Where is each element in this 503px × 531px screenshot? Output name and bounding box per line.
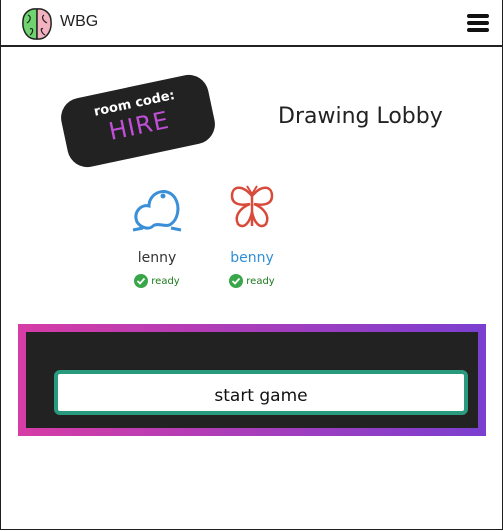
player-card: benny ready [212,182,292,288]
player-card: lenny ready [117,182,197,288]
app-frame: WBG room code: HIRE Drawing Lobby lenny … [0,0,503,530]
room-code-badge: room code: HIRE [57,71,219,171]
player-status: ready [212,274,292,288]
start-panel: start game [18,324,486,436]
start-game-button[interactable]: start game [54,370,468,415]
player-name: benny [230,250,274,266]
start-panel-inner: start game [26,332,478,428]
check-circle-icon [134,274,149,288]
page-title: Drawing Lobby [278,104,443,129]
check-circle-icon [229,274,244,288]
player-status: ready [117,274,197,288]
brand-name[interactable]: WBG [60,13,98,31]
hamburger-menu-icon[interactable] [467,14,489,32]
butterfly-avatar-icon [230,185,274,228]
status-label: ready [246,275,275,287]
player-name: lenny [137,250,177,266]
brain-logo-icon[interactable] [18,5,56,43]
frog-avatar-icon [132,190,182,232]
navbar: WBG [1,0,502,47]
status-label: ready [151,275,180,287]
